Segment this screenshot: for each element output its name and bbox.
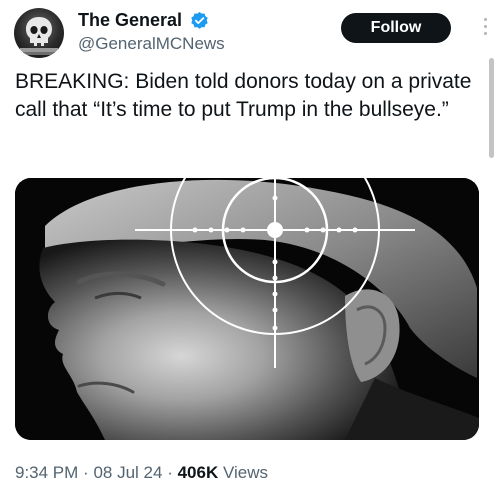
- display-name[interactable]: The General: [78, 9, 182, 31]
- tweet-header: The General @GeneralMCNews Follow: [0, 0, 494, 62]
- follow-button[interactable]: Follow: [341, 13, 451, 43]
- avatar[interactable]: [14, 8, 64, 58]
- scrollbar[interactable]: [489, 58, 494, 158]
- author-handle[interactable]: @GeneralMCNews: [78, 34, 225, 54]
- tweet-date[interactable]: 08 Jul 24: [93, 463, 162, 482]
- skull-avatar-icon: [20, 17, 58, 55]
- verified-badge-icon: [190, 11, 208, 29]
- meta-separator: ·: [83, 463, 89, 482]
- author-block: The General @GeneralMCNews: [78, 9, 225, 54]
- more-vertical-icon[interactable]: [481, 18, 489, 40]
- tweet-meta: 9:34 PM · 08 Jul 24 · 406K Views: [15, 462, 268, 484]
- views-count: 406K: [177, 463, 219, 482]
- views-label: Views: [222, 463, 269, 482]
- meta-separator: ·: [167, 463, 173, 482]
- tweet-time[interactable]: 9:34 PM: [15, 463, 78, 482]
- media-image: [15, 178, 479, 440]
- tweet-text: BREAKING: Biden told donors today on a p…: [15, 70, 472, 121]
- tweet-media[interactable]: [15, 178, 479, 440]
